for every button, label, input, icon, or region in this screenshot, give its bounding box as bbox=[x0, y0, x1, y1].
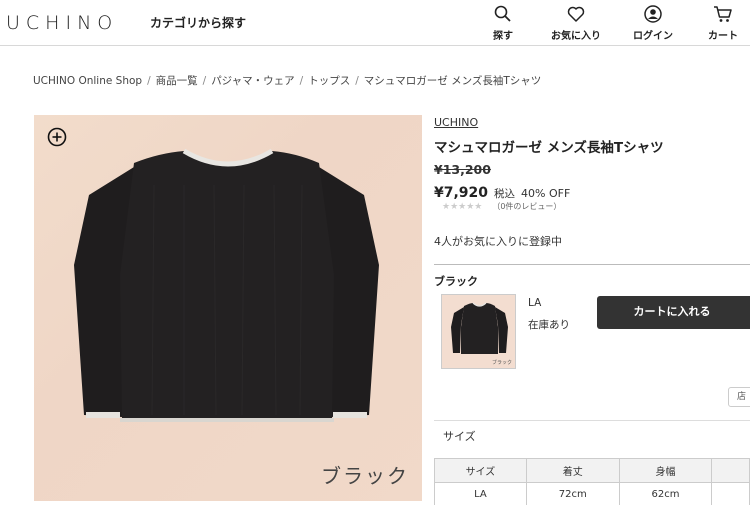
table-cell: 72cm bbox=[525, 482, 620, 505]
table-header-cell: 着丈 bbox=[525, 458, 620, 483]
product-title: マシュマロガーゼ メンズ長袖Tシャツ bbox=[434, 140, 664, 156]
divider bbox=[434, 420, 750, 421]
table-header-row: サイズ 着丈 身幅 bbox=[434, 458, 750, 483]
site-logo[interactable]: UCHINO bbox=[6, 12, 118, 34]
breadcrumb-separator: / bbox=[202, 75, 207, 87]
breadcrumb-item-products[interactable]: 商品一覧 bbox=[156, 75, 198, 87]
breadcrumb: UCHINO Online Shop / 商品一覧 / パジャマ・ウェア / トップス / マシ… bbox=[33, 73, 541, 88]
zoom-icon[interactable] bbox=[47, 127, 67, 147]
size-section-heading: サイズ bbox=[443, 430, 476, 443]
breadcrumb-item-home[interactable]: UCHINO Online Shop bbox=[33, 75, 142, 87]
divider bbox=[434, 264, 750, 265]
variant-thumbnail[interactable]: ブラック bbox=[441, 294, 516, 369]
nav-login-label: ログイン bbox=[633, 31, 673, 42]
star-rating-icon: ★★★★★ bbox=[442, 202, 483, 212]
search-icon bbox=[494, 5, 511, 22]
breadcrumb-separator: / bbox=[299, 75, 304, 87]
breadcrumb-separator: / bbox=[355, 75, 359, 87]
nav-search-label: 探す bbox=[493, 31, 513, 42]
table-cell bbox=[711, 482, 750, 505]
price-row: ¥7,920 税込 40% OFF bbox=[434, 182, 570, 201]
nav-favorites-label: お気に入り bbox=[551, 31, 601, 42]
variant-size: LA bbox=[528, 297, 542, 309]
nav-cart-label: カート bbox=[708, 31, 738, 42]
site-header: UCHINO カテゴリから探す 探す お気に入り ログイン カート bbox=[0, 0, 750, 46]
favorite-count: 4人がお気に入りに登録中 bbox=[434, 235, 562, 248]
cart-icon bbox=[714, 6, 732, 22]
product-main-image[interactable]: ブラック bbox=[34, 115, 422, 501]
review-count-link[interactable]: （0件のレビュー） bbox=[492, 202, 561, 211]
stock-status: 在庫あり bbox=[528, 319, 570, 331]
user-icon bbox=[644, 5, 662, 23]
original-price: ¥13,200 bbox=[434, 162, 491, 177]
tax-label: 税込 bbox=[494, 188, 516, 200]
store-stock-button[interactable]: 店 bbox=[728, 387, 750, 407]
thumbnail-caption: ブラック bbox=[491, 360, 512, 366]
add-to-cart-button[interactable]: カートに入れる bbox=[597, 296, 750, 329]
thumbnail-garment-image bbox=[451, 302, 508, 354]
table-header-cell: 身幅 bbox=[618, 458, 713, 483]
brand-link[interactable]: UCHINO bbox=[434, 116, 478, 129]
color-name: ブラック bbox=[434, 275, 478, 288]
nav-search[interactable]: 探す bbox=[473, 4, 533, 42]
breadcrumb-item-pajama[interactable]: パジャマ・ウェア bbox=[211, 75, 294, 87]
table-header-cell: サイズ bbox=[434, 458, 527, 483]
nav-login[interactable]: ログイン bbox=[623, 4, 683, 42]
table-row: LA 72cm 62cm bbox=[434, 482, 750, 505]
rating-row: ★★★★★ （0件のレビュー） bbox=[442, 201, 561, 212]
garment-illustration bbox=[74, 148, 379, 422]
table-cell: LA bbox=[434, 482, 527, 505]
discount-badge: 40% OFF bbox=[521, 187, 571, 200]
breadcrumb-separator: / bbox=[147, 75, 151, 87]
heart-icon bbox=[567, 6, 585, 22]
category-browse-link[interactable]: カテゴリから探す bbox=[150, 14, 246, 31]
nav-cart[interactable]: カート bbox=[693, 4, 750, 42]
breadcrumb-item-current: マシュマロガーゼ メンズ長袖Tシャツ bbox=[363, 75, 542, 87]
size-chart-table: サイズ 着丈 身幅 LA 72cm 62cm bbox=[434, 458, 750, 505]
table-cell: 62cm bbox=[618, 482, 713, 505]
table-header-cell bbox=[711, 458, 750, 483]
image-color-caption: ブラック bbox=[321, 464, 409, 488]
sale-price: ¥7,920 bbox=[434, 185, 489, 201]
breadcrumb-item-tops[interactable]: トップス bbox=[308, 75, 350, 87]
nav-favorites[interactable]: お気に入り bbox=[546, 4, 606, 42]
